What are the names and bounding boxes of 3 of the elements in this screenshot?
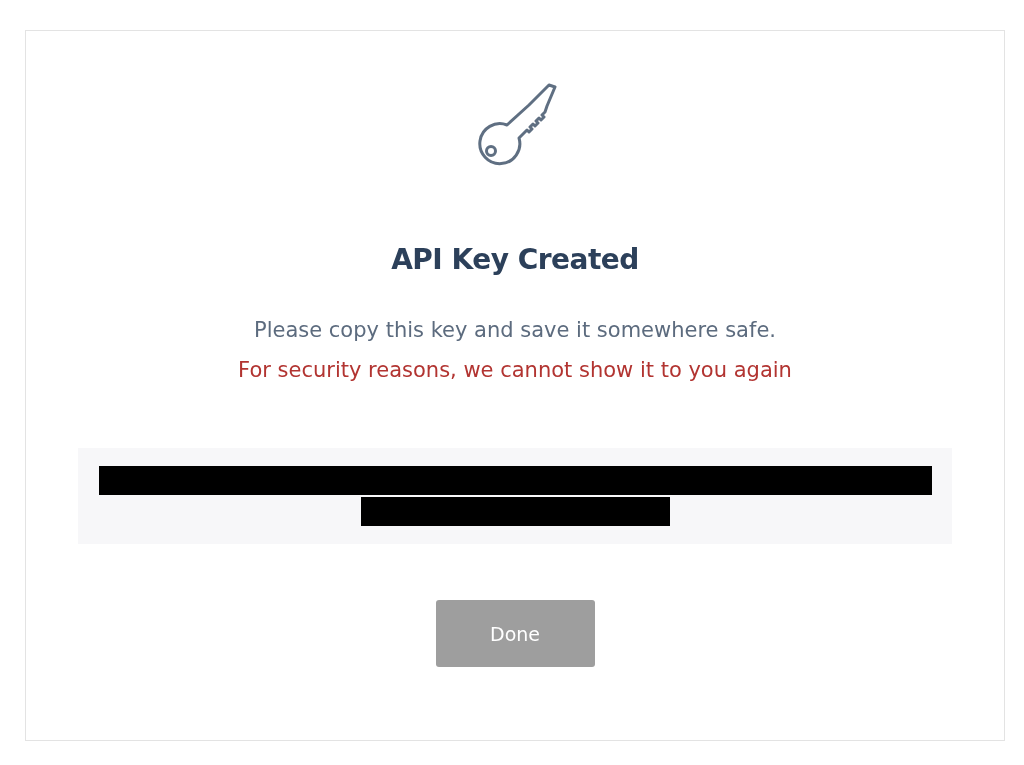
instruction-text: Please copy this key and save it somewhere safe. xyxy=(254,318,776,342)
dialog-title: API Key Created xyxy=(391,243,639,276)
warning-text: For security reasons, we cannot show it to you again xyxy=(238,358,792,382)
